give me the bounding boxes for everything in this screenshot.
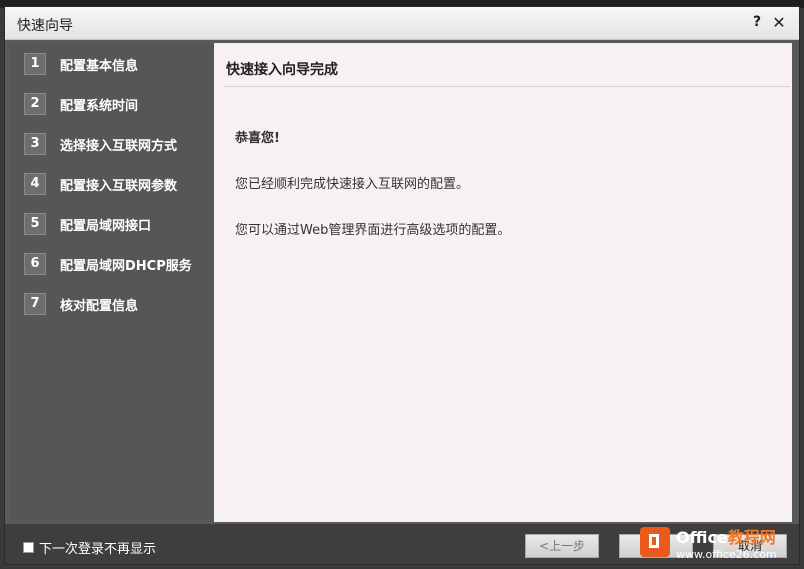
step-label: 选择接入互联网方式 [60, 138, 178, 154]
congrats-message: 恭喜您! [235, 131, 280, 146]
step-label: 配置接入互联网参数 [60, 178, 178, 194]
help-icon[interactable]: ? [749, 14, 765, 32]
watermark-brand: Office教程网 [676, 524, 777, 548]
quick-wizard-dialog: 快速向导 ? ✕ 1 配置基本信息 2 配置系统时间 3 选择接入互联网方式 4… [4, 6, 800, 565]
dont-show-again-label: 下一次登录不再显示 [39, 542, 157, 557]
content-heading: 快速接入向导完成 [226, 62, 338, 78]
site-watermark: Office教程网 www.office26.com [640, 519, 800, 565]
step-number-badge: 1 [24, 53, 46, 75]
sidebar-step-5[interactable]: 5 配置局域网接口 [24, 213, 151, 235]
sidebar-step-6[interactable]: 6 配置局域网DHCP服务 [24, 253, 192, 275]
step-label: 核对配置信息 [60, 298, 139, 314]
step-label: 配置局域网接口 [60, 218, 152, 234]
step-label: 配置局域网DHCP服务 [60, 258, 192, 274]
step-number-badge: 5 [24, 213, 46, 235]
watermark-url: www.office26.com [676, 547, 777, 561]
dialog-titlebar: 快速向导 ? ✕ [5, 7, 799, 40]
checkbox-icon[interactable] [23, 542, 34, 553]
close-icon[interactable]: ✕ [771, 13, 787, 32]
previous-button[interactable]: <上一步 [525, 534, 599, 558]
wizard-content-panel: 快速接入向导完成 恭喜您! 您已经顺利完成快速接入互联网的配置。 您可以通过We… [214, 43, 792, 522]
dont-show-again-option[interactable]: 下一次登录不再显示 [23, 538, 156, 557]
step-label: 配置系统时间 [60, 98, 139, 114]
advanced-options-message: 您可以通过Web管理界面进行高级选项的配置。 [235, 223, 511, 238]
office-logo-icon [640, 527, 670, 557]
step-label: 配置基本信息 [60, 58, 139, 74]
sidebar-step-4[interactable]: 4 配置接入互联网参数 [24, 173, 177, 195]
step-number-badge: 3 [24, 133, 46, 155]
watermark-brand-main: Office [676, 527, 728, 547]
dialog-title: 快速向导 [17, 18, 73, 34]
step-number-badge: 4 [24, 173, 46, 195]
step-number-badge: 6 [24, 253, 46, 275]
sidebar-step-3[interactable]: 3 选择接入互联网方式 [24, 133, 177, 155]
heading-divider [224, 86, 790, 87]
step-number-badge: 7 [24, 293, 46, 315]
watermark-brand-accent: 教程网 [727, 527, 776, 547]
sidebar-step-7[interactable]: 7 核对配置信息 [24, 293, 138, 315]
wizard-steps-sidebar: 1 配置基本信息 2 配置系统时间 3 选择接入互联网方式 4 配置接入互联网参… [10, 43, 214, 522]
sidebar-step-1[interactable]: 1 配置基本信息 [24, 53, 138, 75]
watermark-text: Office教程网 www.office26.com [676, 524, 777, 561]
step-number-badge: 2 [24, 93, 46, 115]
sidebar-step-2[interactable]: 2 配置系统时间 [24, 93, 138, 115]
completion-message: 您已经顺利完成快速接入互联网的配置。 [235, 177, 470, 192]
